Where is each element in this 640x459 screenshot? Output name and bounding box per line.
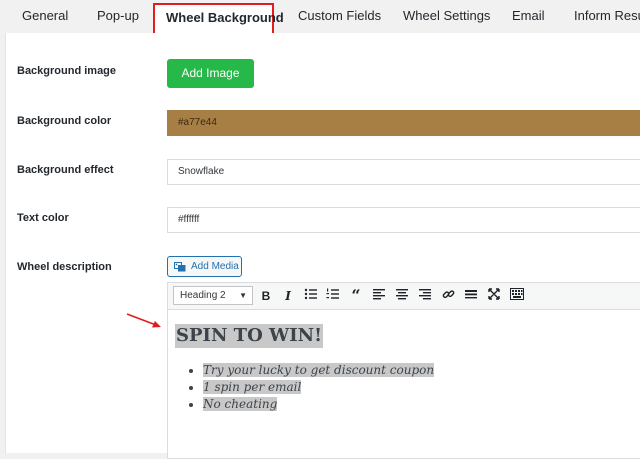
tab-wheel-settings[interactable]: Wheel Settings [403, 0, 490, 33]
list-item: 1 spin per email [203, 379, 434, 396]
blockquote-icon[interactable]: “ [348, 288, 364, 304]
arrow-annotation-icon [126, 313, 161, 328]
format-select[interactable]: Heading 2 ▼ [173, 286, 253, 305]
link-icon[interactable] [440, 288, 456, 304]
fullscreen-icon[interactable] [486, 288, 502, 304]
align-center-icon[interactable] [394, 288, 410, 304]
list-item: No cheating [203, 396, 434, 413]
numbered-list-icon[interactable] [325, 288, 341, 304]
format-select-value: Heading 2 [180, 290, 226, 301]
add-image-button[interactable]: Add Image [167, 59, 254, 88]
tab-email[interactable]: Email [512, 0, 545, 33]
toolbar-toggle-icon[interactable] [509, 288, 525, 304]
tab-wheel-background[interactable]: Wheel Background [153, 3, 284, 37]
tab-inform-result[interactable]: Inform Result [574, 0, 640, 33]
italic-icon[interactable]: I [280, 288, 296, 304]
background-effect-label: Background effect [17, 164, 114, 176]
tab-popup[interactable]: Pop-up [97, 0, 139, 33]
chevron-down-icon: ▼ [239, 291, 247, 300]
background-effect-select[interactable]: Snowflake [167, 159, 640, 185]
add-media-label: Add Media [191, 261, 239, 272]
editor-bullet-list: Try your lucky to get discount coupon 1 … [184, 362, 435, 413]
text-color-label: Text color [17, 212, 69, 224]
list-item: Try your lucky to get discount coupon [203, 362, 435, 379]
horizontal-rule-icon[interactable] [463, 288, 479, 304]
tab-custom-fields[interactable]: Custom Fields [298, 0, 381, 33]
background-color-label: Background color [17, 115, 112, 127]
editor-toolbar: Heading 2 ▼ B I “ [167, 282, 640, 309]
bold-icon[interactable]: B [258, 288, 274, 304]
add-media-button[interactable]: Add Media [167, 256, 242, 277]
editor-heading: SPIN TO WIN! [175, 324, 324, 348]
background-image-label: Background image [17, 65, 117, 77]
wheel-description-editor[interactable]: SPIN TO WIN! Try your lucky to get disco… [167, 309, 640, 459]
align-right-icon[interactable] [417, 288, 433, 304]
media-icon [174, 262, 186, 272]
bullet-list-icon[interactable] [303, 288, 319, 304]
text-color-field[interactable]: #ffffff [167, 207, 640, 233]
align-left-icon[interactable] [371, 288, 387, 304]
tab-general[interactable]: General [22, 0, 68, 33]
wheel-description-label: Wheel description [17, 261, 112, 273]
tab-bar: General Pop-up Wheel Background Custom F… [0, 0, 640, 37]
background-color-field[interactable]: #a77e44 [167, 110, 640, 136]
